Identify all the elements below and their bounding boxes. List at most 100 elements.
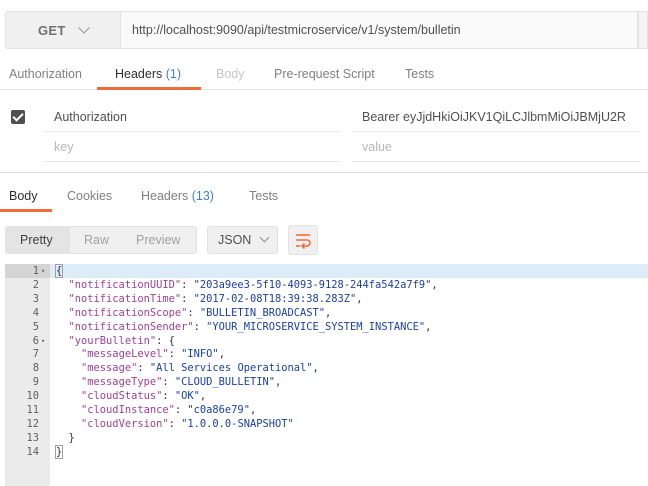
chevron-down-icon [77,21,90,34]
request-bar: GET http://localhost:9090/api/testmicros… [0,0,648,58]
request-tabs: Authorization Headers (1) Body Pre-reque… [0,58,648,90]
method-dropdown[interactable]: GET [5,11,120,49]
json-brace: } [68,431,75,444]
new-header-key-input[interactable]: key [54,140,73,154]
code-text: } [56,431,75,445]
row-divider [44,161,340,162]
tab-tests[interactable]: Tests [405,58,434,90]
row-divider [352,161,640,162]
json-string-value: "INFO" [181,348,219,361]
json-string-value: "2017-02-08T18:39:38.283Z" [193,292,357,305]
tab-label: Headers [141,189,189,203]
response-body-editor[interactable]: 1 ▾{2 "notificationUUID": "203a9ee3-5f10-… [5,264,648,486]
line-number: 9 [32,376,39,389]
url-input[interactable]: http://localhost:9090/api/testmicroservi… [120,11,638,49]
tab-label: Cookies [67,189,113,203]
fold-toggle-icon[interactable]: ▾ [41,334,45,348]
code-text: } [54,444,64,459]
line-number: 6 [32,334,39,347]
line-number: 10 [26,390,39,403]
format-label: JSON [218,233,252,247]
pretty-button[interactable]: Pretty [20,227,53,253]
line-number: 11 [26,404,39,416]
tab-label: Tests [249,189,279,203]
code-text: "message": "All Services Operational", [81,362,319,375]
tab-label: Headers [115,67,163,81]
line-number: 8 [32,362,39,375]
tab-headers[interactable]: Headers (1) [115,58,181,90]
json-brace: } [54,444,64,459]
header-enabled-checkbox[interactable] [11,110,25,124]
json-string-value: "203a9ee3-5f10-4093-9128-244fa542a7f9" [193,278,432,291]
method-label: GET [38,22,66,38]
line-number: 14 [26,445,39,458]
line-number: 13 [26,431,39,444]
json-string-value: "YOUR_MICROSERVICE_SYSTEM_INSTANCE" [206,320,426,333]
json-key: "message" [81,362,138,375]
code-text: "cloudStatus": "OK", [81,390,207,403]
view-mode-selector: Pretty Raw Preview [5,226,197,254]
fold-toggle-icon[interactable]: ▾ [41,264,45,278]
header-value[interactable]: Bearer eyJjdHkiOiJKV1QiLCJlbmMiOiJBMjU2R [362,110,626,124]
json-key: "notificationTime" [68,292,182,305]
response-tab-body[interactable]: Body [9,180,38,212]
code-text: "cloudVersion": "1.0.0.0-SNAPSHOT" [81,417,294,430]
header-key[interactable]: Authorization [54,110,127,124]
response-tab-tests[interactable]: Tests [249,180,278,212]
tab-label: Body [216,67,245,81]
code-text: "notificationUUID": "203a9ee3-5f10-4093-… [68,278,438,291]
json-key: "yourBulletin" [68,334,157,347]
response-tab-headers[interactable]: Headers (13) [141,180,214,212]
code-text: "notificationTime": "2017-02-08T18:39:38… [68,292,363,305]
json-key: "notificationUUID" [68,278,182,291]
json-key: "messageType" [81,376,163,389]
tab-label: Pre-request Script [274,67,375,81]
line-number: 3 [32,292,39,305]
response-tabs: Body Cookies Headers (13) Tests [0,180,648,212]
line-number: 1 [32,265,39,277]
line-number: 12 [26,417,39,430]
tab-authorization[interactable]: Authorization [9,58,82,90]
code-text: "notificationSender": "YOUR_MICROSERVICE… [68,320,432,333]
active-line-highlight [50,264,648,278]
preview-button[interactable]: Preview [136,227,180,253]
chevron-down-icon [259,232,270,243]
new-header-value-input[interactable]: value [362,140,392,154]
json-string-value: "c0a86e79" [187,404,250,416]
wrap-lines-button[interactable] [288,225,318,255]
row-divider [44,131,340,132]
response-tab-cookies[interactable]: Cookies [67,180,112,212]
json-key: "cloudInstance" [81,404,175,416]
params-button[interactable] [638,11,648,49]
active-response-tab-indicator [0,209,52,212]
tab-label: Authorization [9,67,82,81]
json-string-value: "1.0.0.0-SNAPSHOT" [181,417,294,430]
active-tab-indicator [97,87,201,90]
code-text: "yourBulletin": { [68,334,175,347]
json-key: "cloudStatus" [81,390,163,403]
format-dropdown[interactable]: JSON [207,226,278,254]
code-text: "messageType": "CLOUD_BULLETIN", [81,376,282,389]
response-divider [0,172,648,173]
line-number: 5 [32,320,39,333]
json-string-value: "BULLETIN_BROADCAST" [199,306,326,319]
json-key: "notificationSender" [68,320,194,333]
json-string-value: "OK" [174,390,200,403]
code-text: "messageLevel": "INFO", [81,348,225,361]
wrap-lines-icon [296,234,311,250]
json-key: "notificationScope" [68,306,188,319]
tab-count-badge: (1) [165,67,182,81]
line-number: 2 [32,278,39,291]
tab-label: Tests [405,67,435,81]
row-divider [352,131,640,132]
json-string-value: "CLOUD_BULLETIN" [174,376,275,389]
line-number: 7 [32,348,39,361]
code-text: { [54,264,64,278]
json-brace: { [54,264,64,278]
tab-pre-request-script[interactable]: Pre-request Script [274,58,375,90]
tab-label: Body [9,189,38,203]
raw-button[interactable]: Raw [84,227,109,253]
line-number: 4 [32,306,39,319]
code-text: "cloudInstance": "c0a86e79", [81,404,257,416]
tab-body[interactable]: Body [216,58,245,90]
